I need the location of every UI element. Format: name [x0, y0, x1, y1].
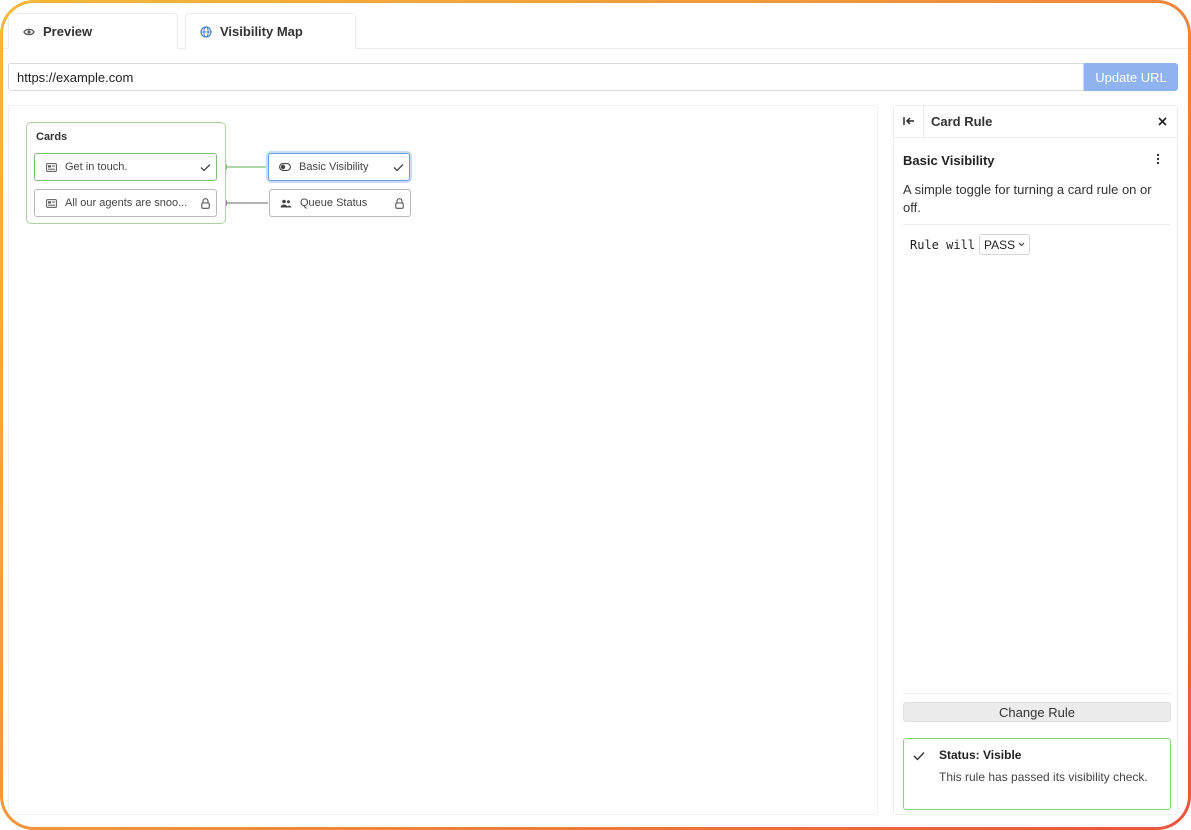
lock-icon — [388, 197, 410, 209]
collapse-left-icon — [902, 113, 915, 131]
change-rule-button[interactable]: Change Rule — [903, 702, 1171, 722]
card-icon — [44, 162, 58, 172]
status-text: This rule has passed its visibility chec… — [939, 770, 1148, 784]
url-input[interactable] — [8, 63, 1084, 91]
check-icon — [387, 163, 409, 172]
card-rule-panel: Card Rule Basic Visibility A simple togg… — [893, 105, 1178, 815]
update-url-button[interactable]: Update URL — [1084, 63, 1178, 91]
rule-label: Basic Visibility — [299, 161, 369, 173]
more-options-button[interactable] — [1149, 151, 1167, 169]
card-label: Get in touch. — [65, 161, 128, 173]
card-node-agents-snoozing[interactable]: All our agents are snoo... — [34, 189, 217, 217]
globe-icon — [198, 25, 214, 38]
rule-outcome-value: PASS — [984, 237, 1016, 252]
rule-node-basic-visibility[interactable]: Basic Visibility — [268, 153, 410, 181]
tab-bar: Preview Visibility Map — [3, 3, 1188, 49]
tab-visibility-map[interactable]: Visibility Map — [185, 13, 356, 49]
kebab-menu-icon — [1156, 152, 1160, 168]
rule-expression: Rule will PASS — [910, 234, 1031, 255]
tab-preview[interactable]: Preview — [8, 13, 178, 49]
close-icon — [1157, 114, 1167, 129]
collapse-panel-button[interactable] — [894, 105, 924, 138]
close-panel-button[interactable] — [1147, 106, 1177, 138]
status-box: Status: Visible This rule has passed its… — [903, 738, 1171, 810]
users-icon — [279, 199, 293, 208]
visibility-map-canvas[interactable]: Cards Get in touch. All our agents are s… — [8, 105, 878, 815]
panel-title: Card Rule — [931, 114, 993, 129]
rule-editor: Rule will PASS — [903, 224, 1171, 694]
panel-header: Card Rule — [894, 105, 1177, 138]
window-frame: Preview Visibility Map Update URL Cards — [0, 0, 1191, 830]
check-icon — [194, 163, 216, 172]
eye-icon — [21, 27, 37, 37]
tab-preview-label: Preview — [43, 24, 93, 39]
rule-name: Basic Visibility — [903, 153, 995, 168]
check-icon — [911, 748, 927, 764]
card-label: All our agents are snoo... — [65, 197, 188, 209]
app-window: Preview Visibility Map Update URL Cards — [3, 3, 1188, 827]
toggle-icon — [278, 163, 292, 171]
rule-node-queue-status[interactable]: Queue Status — [269, 189, 411, 217]
card-icon — [44, 198, 58, 208]
lock-icon — [194, 197, 216, 209]
card-node-get-in-touch[interactable]: Get in touch. — [34, 153, 217, 181]
rule-outcome-select[interactable]: PASS — [979, 234, 1031, 255]
cards-group-title: Cards — [36, 131, 68, 143]
status-title: Status: Visible — [939, 748, 1022, 762]
rule-label: Queue Status — [300, 197, 368, 209]
rule-text: Rule will — [910, 237, 976, 252]
rule-description: A simple toggle for turning a card rule … — [903, 182, 1152, 215]
url-bar: Update URL — [8, 63, 1178, 91]
tab-visibility-map-label: Visibility Map — [220, 24, 303, 39]
chevron-down-icon — [1018, 240, 1025, 249]
